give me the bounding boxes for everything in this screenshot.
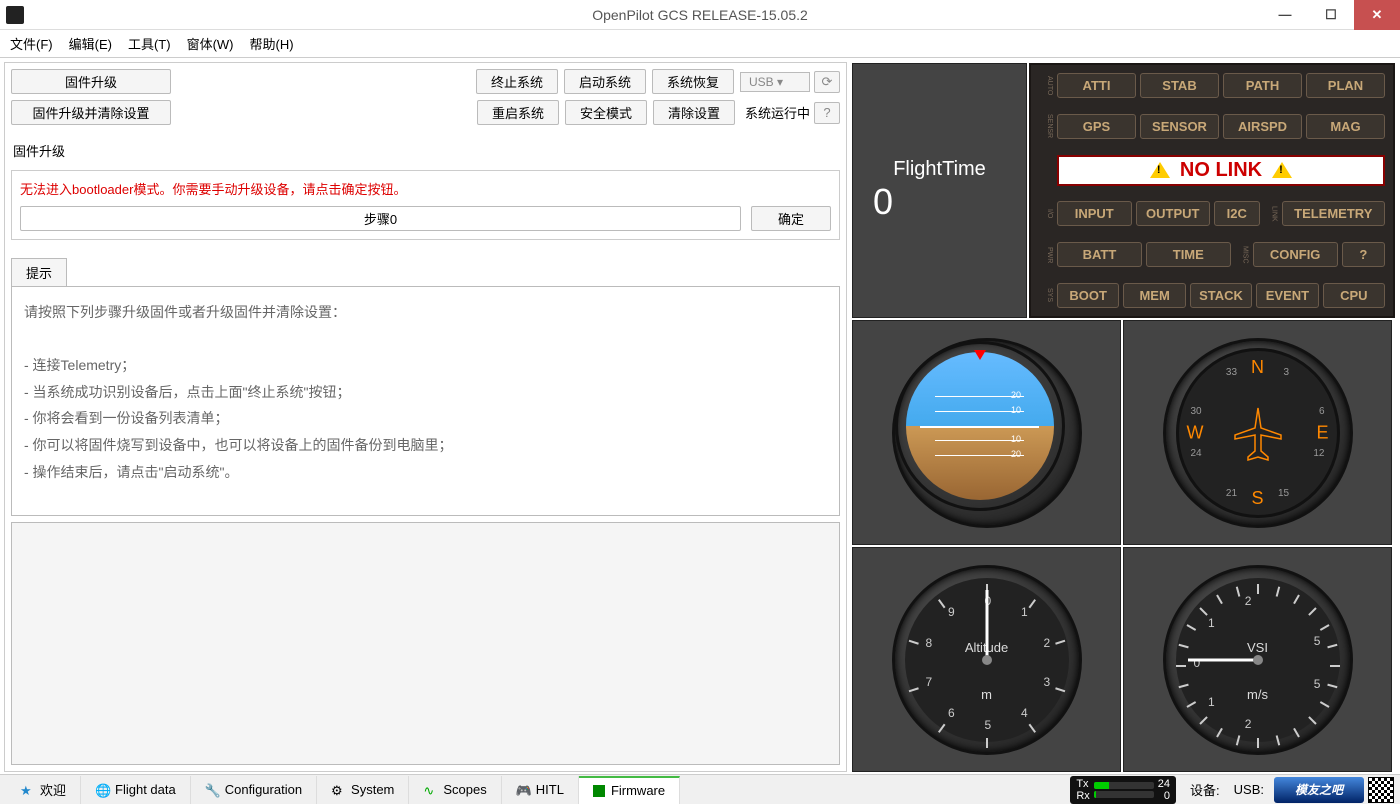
safe-button[interactable]: 安全模式	[565, 100, 647, 125]
gps-status[interactable]: GPS	[1057, 114, 1136, 139]
device-list-empty	[11, 522, 840, 765]
telemetry-status[interactable]: TELEMETRY	[1282, 201, 1386, 226]
tab-system[interactable]: ⚙System	[317, 776, 409, 804]
gear-icon: ⚙	[331, 783, 345, 797]
running-status: 系统运行中	[745, 103, 810, 122]
unknown-status[interactable]: ?	[1342, 242, 1385, 267]
sensor-status[interactable]: SENSOR	[1140, 114, 1219, 139]
tips-tab[interactable]: 提示	[11, 258, 67, 286]
menu-window[interactable]: 窗体(W)	[187, 34, 234, 53]
globe-icon: 🌐	[95, 783, 109, 797]
mem-status[interactable]: MEM	[1123, 283, 1185, 308]
tab-firmware[interactable]: Firmware	[579, 776, 680, 804]
tab-hitl[interactable]: 🎮HITL	[502, 776, 579, 804]
input-status[interactable]: INPUT	[1057, 201, 1132, 226]
close-button[interactable]: ✕	[1354, 0, 1400, 30]
path-status[interactable]: PATH	[1223, 73, 1302, 98]
title-bar: OpenPilot GCS RELEASE-15.05.2 — ☐ ✕	[0, 0, 1400, 30]
forum-logo: 模友之吧	[1274, 777, 1364, 803]
minimize-button[interactable]: —	[1262, 0, 1308, 30]
ok-button[interactable]: 确定	[751, 206, 831, 231]
maximize-button[interactable]: ☐	[1308, 0, 1354, 30]
flighttime-panel: FlightTime 0	[852, 63, 1027, 318]
device-label: 设备:	[1190, 780, 1220, 799]
output-status[interactable]: OUTPUT	[1136, 201, 1211, 226]
firmware-panel: 固件升级 终止系统 启动系统 系统恢复 USB ▾ ⟳ 固件升级并清除设置 重启…	[4, 62, 847, 772]
menu-tools[interactable]: 工具(T)	[128, 34, 171, 53]
section-label: 固件升级	[13, 141, 840, 160]
event-status[interactable]: EVENT	[1256, 283, 1318, 308]
qr-code	[1368, 777, 1394, 803]
plan-status[interactable]: PLAN	[1306, 73, 1385, 98]
atti-status[interactable]: ATTI	[1057, 73, 1136, 98]
batt-status[interactable]: BATT	[1057, 242, 1142, 267]
tab-configuration[interactable]: 🔧Configuration	[191, 776, 317, 804]
i2c-status[interactable]: I2C	[1214, 201, 1260, 226]
upgrade-button[interactable]: 固件升级	[11, 69, 171, 94]
tips-content: 请按照下列步骤升级固件或者升级固件并清除设置： - 连接Telemetry； -…	[11, 286, 840, 516]
help-icon[interactable]: ?	[814, 102, 840, 124]
txrx-indicator: TxRx 240	[1070, 776, 1176, 804]
menu-file[interactable]: 文件(F)	[10, 34, 53, 53]
stab-status[interactable]: STAB	[1140, 73, 1219, 98]
airspd-status[interactable]: AIRSPD	[1223, 114, 1302, 139]
vsi-gauge: 0125125 VSI m/s	[1123, 547, 1392, 772]
wave-icon: ∿	[423, 783, 437, 797]
altitude-gauge: 0123456789 Altitude m	[852, 547, 1121, 772]
attitude-gauge: 20 10 10 20	[852, 320, 1121, 545]
tab-flightdata[interactable]: 🌐Flight data	[81, 776, 191, 804]
error-message: 无法进入bootloader模式。你需要手动升级设备，请点击确定按钮。	[20, 179, 831, 198]
app-icon	[6, 6, 24, 24]
tab-welcome[interactable]: ★欢迎	[6, 776, 81, 804]
bottom-bar: ★欢迎 🌐Flight data 🔧Configuration ⚙System …	[0, 774, 1400, 804]
stack-status[interactable]: STACK	[1190, 283, 1252, 308]
system-health-board: AUTO ATTI STAB PATH PLAN SENSR GPS SENSO…	[1029, 63, 1395, 318]
compass-gauge: N E S W 33 3 6 12 15 21 24 30	[1123, 320, 1392, 545]
nolink-banner: NO LINK	[1057, 155, 1385, 186]
start-button[interactable]: 启动系统	[564, 69, 646, 94]
menu-bar: 文件(F) 编辑(E) 工具(T) 窗体(W) 帮助(H)	[0, 30, 1400, 58]
mag-status[interactable]: MAG	[1306, 114, 1385, 139]
cpu-status[interactable]: CPU	[1323, 283, 1385, 308]
error-box: 无法进入bootloader模式。你需要手动升级设备，请点击确定按钮。 步骤0 …	[11, 170, 840, 240]
menu-help[interactable]: 帮助(H)	[250, 34, 294, 53]
chip-icon	[593, 785, 605, 797]
connection-select[interactable]: USB ▾	[740, 72, 810, 92]
star-icon: ★	[20, 783, 34, 797]
warning-icon	[1150, 162, 1170, 178]
menu-edit[interactable]: 编辑(E)	[69, 34, 112, 53]
window-title: OpenPilot GCS RELEASE-15.05.2	[592, 7, 808, 23]
config-status[interactable]: CONFIG	[1253, 242, 1338, 267]
erase-button[interactable]: 清除设置	[653, 100, 735, 125]
restart-button[interactable]: 重启系统	[477, 100, 559, 125]
upgrade-clear-button[interactable]: 固件升级并清除设置	[11, 100, 171, 125]
refresh-icon[interactable]: ⟳	[814, 71, 840, 93]
time-status[interactable]: TIME	[1146, 242, 1231, 267]
tab-scopes[interactable]: ∿Scopes	[409, 776, 501, 804]
wrench-icon: 🔧	[205, 783, 219, 797]
step-display: 步骤0	[20, 206, 741, 231]
halt-button[interactable]: 终止系统	[476, 69, 558, 94]
plane-icon	[1233, 403, 1283, 463]
recover-button[interactable]: 系统恢复	[652, 69, 734, 94]
warning-icon	[1272, 162, 1292, 178]
joystick-icon: 🎮	[516, 783, 530, 797]
boot-status[interactable]: BOOT	[1057, 283, 1119, 308]
usb-label: USB:	[1234, 782, 1264, 797]
